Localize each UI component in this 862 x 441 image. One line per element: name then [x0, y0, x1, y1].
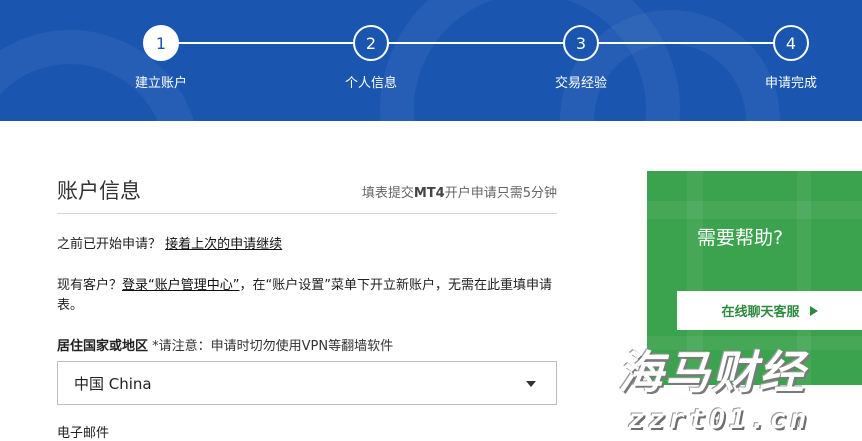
step-4-label: 申请完成: [764, 76, 817, 91]
step-2-label: 个人信息: [344, 76, 397, 91]
step-connector: [389, 42, 563, 44]
step-connector: [599, 42, 773, 44]
country-label: 居住国家或地区: [57, 339, 149, 354]
step-3-label: 交易经验: [554, 76, 607, 91]
country-select[interactable]: 中国 China: [57, 361, 557, 405]
account-center-login-link[interactable]: 登录“账户管理中心”: [122, 278, 239, 293]
step-3-circle: 3: [563, 25, 599, 61]
panel-pattern: [647, 201, 862, 219]
caret-down-icon: [526, 381, 536, 387]
section-note: 填表提交MT4开户申请只需5分钟: [362, 182, 557, 201]
resume-application-link[interactable]: 接着上次的申请继续: [165, 237, 282, 252]
step-1-circle: 1: [143, 25, 179, 61]
section-note-suffix: 开户申请只需5分钟: [444, 186, 557, 201]
section-divider: [57, 213, 557, 214]
section-title: 账户信息: [57, 179, 141, 203]
progress-stepper: 1 2 3 4 建立账户 个人信息 交易经验 申请完成: [0, 0, 862, 121]
play-arrow-icon: [809, 305, 818, 316]
live-chat-button[interactable]: 在线聊天客服: [677, 291, 862, 330]
watermark-title: 海马财经: [618, 346, 807, 399]
step-1-label: 建立账户: [134, 76, 187, 91]
step-connector: [178, 42, 354, 44]
existing-client-line: 现有客户？登录“账户管理中心”，在“账户设置”菜单下开立新账户，无需在此重填申请…: [57, 276, 559, 316]
vpn-warning-note: *请注意：申请时切勿使用VPN等翻墙软件: [152, 339, 394, 354]
step-2-circle: 2: [353, 25, 389, 61]
country-select-value: 中国 China: [74, 374, 152, 393]
resume-application-line: 之前已开始申请？ 接着上次的申请继续: [57, 235, 282, 255]
resume-prefix: 之前已开始申请？: [57, 237, 162, 252]
existing-prefix: 现有客户？: [57, 278, 123, 293]
section-note-prefix: 填表提交: [361, 186, 414, 201]
step-4-circle: 4: [773, 25, 809, 61]
help-title: 需要帮助?: [696, 227, 784, 249]
country-field-label: 居住国家或地区 *请注意：申请时切勿使用VPN等翻墙软件: [57, 337, 393, 357]
live-chat-label: 在线聊天客服: [721, 305, 800, 320]
email-field-label: 电子邮件: [57, 426, 110, 441]
section-note-platform: MT4: [413, 186, 445, 201]
watermark-url: zzrt01.cn: [628, 404, 811, 435]
